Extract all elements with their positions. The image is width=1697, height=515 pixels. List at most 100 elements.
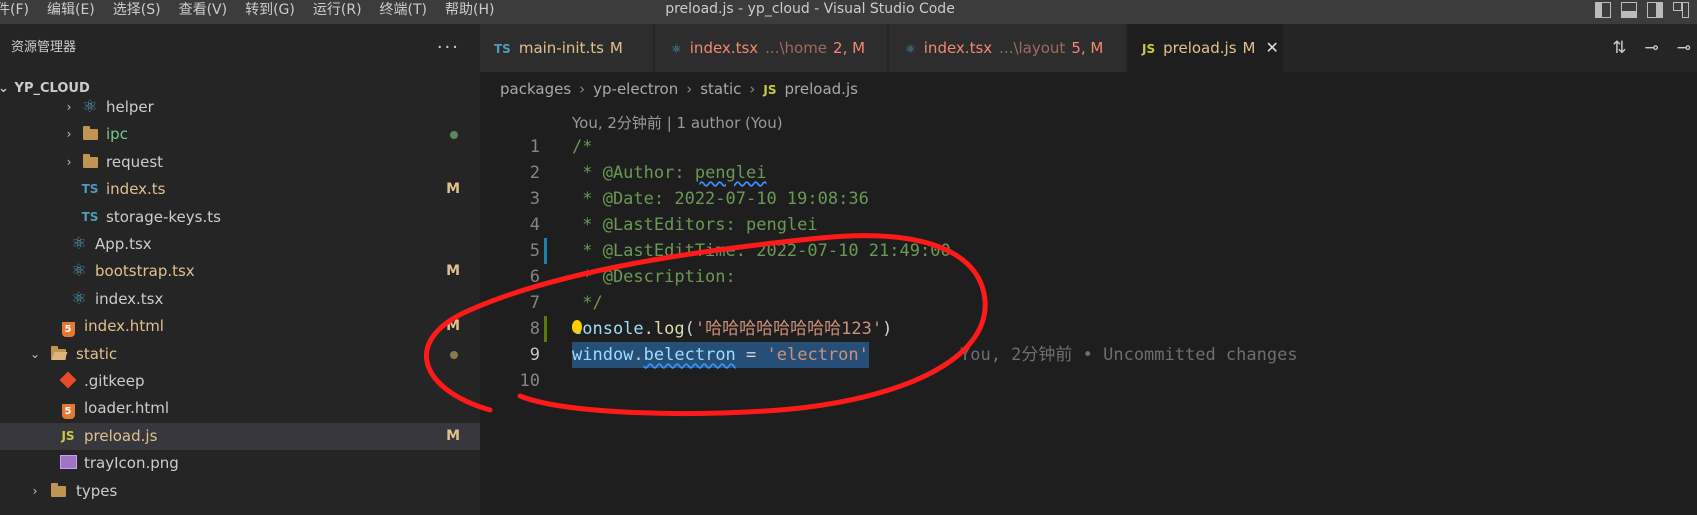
tree-item[interactable]: › types (0, 478, 480, 505)
code-line[interactable]: 6 * @Description: (480, 264, 1697, 290)
tree-item[interactable]: trayIcon.png (0, 450, 480, 477)
tab-preload-js[interactable]: JS preload.js M ✕ (1128, 24, 1284, 72)
chevron-right-icon: › (686, 80, 693, 98)
code-line[interactable]: 4 * @LastEditors: penglei (480, 212, 1697, 238)
chevron-down-icon[interactable]: ⌄ (28, 341, 42, 368)
breadcrumb-item[interactable]: packages (500, 80, 571, 98)
git-status-badge: M (446, 181, 460, 198)
line-number: 5 (529, 241, 540, 261)
code-line[interactable]: 2 * @Author: penglei (480, 160, 1697, 186)
more-actions-icon[interactable]: ··· (437, 24, 460, 72)
lightbulb-icon[interactable] (572, 320, 582, 333)
code-text: */ (572, 293, 603, 313)
comment-text: * @LastEditors: (572, 215, 746, 235)
tab-index-tsx-layout[interactable]: ⚛ index.tsx ...\layout 5, M (889, 24, 1127, 72)
tree-item[interactable]: ⚛ bootstrap.tsx M (0, 258, 480, 285)
tree-item-label: index.tsx (95, 289, 164, 308)
code-text: * @Author: penglei (572, 160, 766, 186)
folder-open-icon (48, 341, 68, 368)
editor-actions: ⇅ ⊸ ⊸ (1612, 24, 1697, 72)
tree-item[interactable]: .gitkeep (0, 368, 480, 395)
html5-icon: 5 (58, 395, 78, 422)
tab-status: 2, M (833, 39, 866, 57)
chevron-right-icon[interactable]: › (62, 121, 76, 148)
comment-text: penglei (746, 215, 818, 235)
tab-label: index.tsx (923, 39, 993, 57)
react-icon: ⚛ (671, 42, 682, 56)
tree-item[interactable]: 5 loader.html (0, 395, 480, 422)
git-commit-icon[interactable]: ⊸ (1645, 24, 1659, 72)
breadcrumb-item[interactable]: preload.js (785, 80, 858, 98)
chevron-right-icon: › (749, 80, 756, 98)
tree-item[interactable]: TS index.ts M (0, 176, 480, 203)
javascript-icon: JS (763, 83, 777, 97)
code-line[interactable]: 10 (480, 368, 1697, 394)
menu-go[interactable]: 转到(G) (236, 0, 304, 24)
tree-item-label: preload.js (84, 426, 158, 445)
javascript-icon: JS (61, 428, 75, 443)
menu-view[interactable]: 查看(V) (170, 0, 237, 24)
line-number: 4 (529, 215, 540, 235)
tab-index-tsx-home[interactable]: ⚛ index.tsx ...\home 2, M (655, 24, 888, 72)
tree-item[interactable]: › request (0, 149, 480, 176)
menu-help[interactable]: 帮助(H) (436, 0, 503, 24)
token-operator: = (735, 345, 767, 365)
tab-main-init-ts[interactable]: TS main-init.ts M (480, 24, 654, 72)
breadcrumb-item[interactable]: yp-electron (593, 80, 678, 98)
timeline-icon[interactable]: ⊸ (1677, 24, 1691, 72)
spelling-warning: penglei (694, 163, 767, 183)
line-number: 3 (529, 189, 540, 209)
folder-icon (48, 478, 68, 505)
html5-icon: 5 (58, 313, 78, 340)
tree-item[interactable]: › ⚛ helper (0, 94, 480, 121)
tree-item[interactable]: ⚛ App.tsx (0, 231, 480, 258)
code-line[interactable]: 1 /* (480, 134, 1697, 160)
toggle-panel-icon[interactable] (1621, 2, 1637, 18)
token-punct: ) (882, 319, 893, 339)
tree-item-label: .gitkeep (84, 372, 145, 390)
code-line[interactable]: 3 * @Date: 2022-07-10 19:08:36 (480, 186, 1697, 212)
tree-item[interactable]: 5 index.html M (0, 313, 480, 340)
code-line[interactable]: 9 window.belectron = 'electron' You, 2分钟… (480, 342, 1697, 368)
inline-blame: You, 2分钟前 • Uncommitted changes (960, 345, 1298, 365)
tree-item[interactable]: ⌄ static (0, 341, 480, 368)
code-line[interactable]: 8 console.log('哈哈哈哈哈哈哈哈123') (480, 316, 1697, 342)
code-text: /* (572, 137, 593, 157)
line-number: 1 (529, 137, 540, 157)
tree-item-label: types (76, 481, 118, 500)
menu-terminal[interactable]: 终端(T) (371, 0, 436, 24)
menu-file[interactable]: 件(F) (0, 0, 38, 24)
code-line[interactable]: 7 */ (480, 290, 1697, 316)
menu-selection[interactable]: 选择(S) (104, 0, 170, 24)
toggle-primary-sidebar-icon[interactable] (1595, 2, 1611, 18)
typescript-icon: TS (81, 182, 99, 197)
tree-item[interactable]: › ipc (0, 121, 480, 148)
token-identifier: console (572, 319, 644, 339)
customize-layout-icon[interactable] (1673, 2, 1689, 18)
menu-run[interactable]: 运行(R) (304, 0, 371, 24)
token-identifier: window (572, 345, 634, 365)
gutter-added-indicator[interactable] (544, 316, 547, 342)
line-number: 6 (529, 267, 540, 287)
tab-status: 5, M (1071, 39, 1104, 57)
chevron-right-icon[interactable]: › (28, 478, 42, 505)
code-line[interactable]: 5 * @LastEditTime: 2022-07-10 21:49:00 (480, 238, 1697, 264)
breadcrumb: packages › yp-electron › static › JS preload.js (500, 72, 858, 106)
toggle-secondary-sidebar-icon[interactable] (1647, 2, 1663, 18)
tree-item[interactable]: JS preload.js M (0, 422, 480, 450)
compare-changes-icon[interactable]: ⇅ (1612, 24, 1626, 72)
chevron-right-icon[interactable]: › (62, 149, 76, 176)
gutter-modified-indicator[interactable] (544, 238, 547, 264)
breadcrumb-item[interactable]: static (700, 80, 741, 98)
layout-controls (1595, 2, 1697, 18)
chevron-right-icon: › (579, 80, 586, 98)
close-icon[interactable]: ✕ (1265, 38, 1278, 57)
tree-item[interactable]: TS storage-keys.ts (0, 204, 480, 231)
tree-item[interactable]: ⚛ index.tsx (0, 286, 480, 313)
chevron-right-icon[interactable]: › (62, 94, 76, 121)
tree-item-label: index.ts (106, 180, 166, 199)
menu-edit[interactable]: 编辑(E) (38, 0, 104, 24)
code-text: * @Description: (572, 267, 736, 287)
tree-item-label: helper (106, 98, 154, 116)
codelens-blame[interactable]: You, 2分钟前 | 1 author (You) (572, 112, 783, 133)
